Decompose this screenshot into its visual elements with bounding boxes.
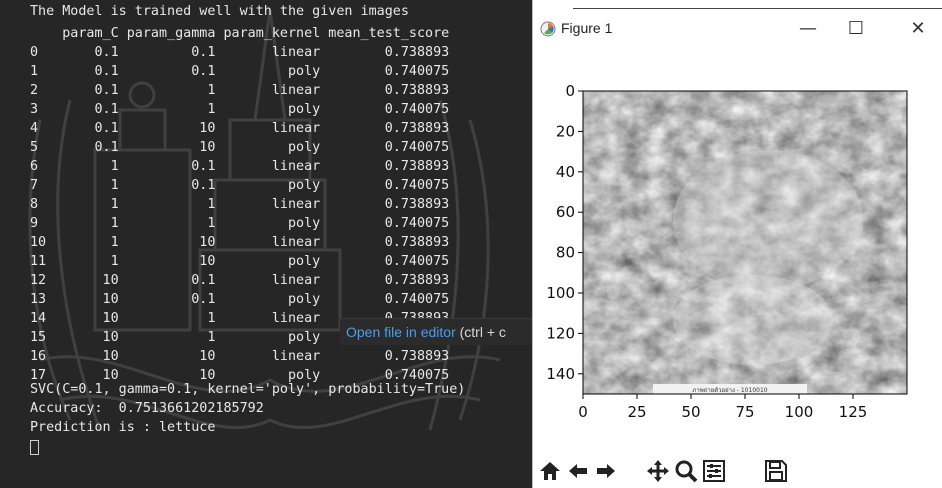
table-row: 8 1 1 linear 0.738893	[30, 197, 450, 212]
x-tick-label: 100	[785, 403, 814, 421]
window-title: Figure 1	[561, 20, 613, 36]
table-row: 13 10 0.1 poly 0.740075	[30, 292, 450, 307]
y-tick-label: 80	[556, 244, 575, 262]
table-row: 10 1 10 linear 0.738893	[30, 235, 450, 250]
figure-window[interactable]: Figure 1 — ☐ ✕ ภาพถ่ายตัวอย่าง - 1010010…	[532, 0, 942, 488]
table-row: 4 0.1 10 linear 0.738893	[30, 121, 450, 136]
pan-icon[interactable]	[645, 458, 671, 484]
lettuce-image	[583, 91, 907, 394]
configure-icon[interactable]	[701, 458, 727, 484]
table-row: 7 1 0.1 poly 0.740075	[30, 178, 450, 193]
table-row: 2 0.1 1 linear 0.738893	[30, 83, 450, 98]
plot-axes[interactable]: ภาพถ่ายตัวอย่าง - 1010010 0 20 40 60 80 100 12…	[533, 70, 942, 440]
y-tick-label: 20	[556, 122, 575, 140]
navigation-toolbar	[533, 450, 942, 488]
y-tick-label: 100	[546, 284, 575, 302]
y-axis: 0 20 40 60 80 100 120 140	[546, 82, 583, 383]
text-cursor	[30, 440, 39, 455]
table-row: 16 10 10 linear 0.738893	[30, 349, 450, 364]
save-icon[interactable]	[763, 458, 789, 484]
x-tick-label: 125	[839, 403, 868, 421]
open-file-tooltip[interactable]: Open file in editor (ctrl + c	[340, 318, 532, 345]
x-tick-label: 75	[735, 403, 754, 421]
accuracy-line: Accuracy: 0.7513661202185792	[30, 401, 264, 416]
x-tick-label: 0	[578, 403, 588, 421]
title-bar[interactable]: Figure 1 — ☐ ✕	[533, 8, 942, 50]
table-row: 3 0.1 1 poly 0.740075	[30, 102, 450, 117]
model-line: SVC(C=0.1, gamma=0.1, kernel='poly', pro…	[30, 382, 466, 397]
result-output: SVC(C=0.1, gamma=0.1, kernel='poly', pro…	[30, 380, 465, 437]
y-tick-label: 40	[556, 163, 575, 181]
open-file-link[interactable]: Open file in editor	[346, 324, 456, 340]
back-icon[interactable]	[565, 458, 591, 484]
y-tick-label: 120	[546, 324, 575, 342]
table-row: 12 10 0.1 linear 0.738893	[30, 273, 450, 288]
prediction-line: Prediction is : lettuce	[30, 420, 216, 435]
table-row: 5 0.1 10 poly 0.740075	[30, 140, 450, 155]
home-icon[interactable]	[537, 458, 563, 484]
image-caption: ภาพถ่ายตัวอย่าง - 1010010	[692, 387, 767, 394]
y-tick-label: 60	[556, 203, 575, 221]
maximize-button[interactable]: ☐	[836, 16, 876, 42]
table-row: 11 1 10 poly 0.740075	[30, 254, 450, 269]
matplotlib-icon	[540, 21, 556, 37]
y-tick-label: 0	[565, 82, 575, 100]
shortcut-hint: (ctrl + c	[455, 324, 506, 340]
minimize-button[interactable]: —	[788, 16, 828, 42]
table-row: 6 1 0.1 linear 0.738893	[30, 159, 450, 174]
table-header: param_C param_gamma param_kernel mean_te…	[62, 26, 450, 41]
x-axis: 0 25 50 75 100 125	[578, 394, 867, 421]
forward-icon[interactable]	[593, 458, 619, 484]
x-tick-label: 50	[681, 403, 700, 421]
y-tick-label: 140	[546, 365, 575, 383]
close-button[interactable]: ✕	[898, 16, 938, 42]
status-line: The Model is trained well with the given…	[30, 4, 409, 19]
table-row: 0 0.1 0.1 linear 0.738893	[30, 45, 450, 60]
zoom-icon[interactable]	[673, 458, 699, 484]
x-tick-label: 25	[627, 403, 646, 421]
table-row: 1 0.1 0.1 poly 0.740075	[30, 64, 450, 79]
terminal-window[interactable]: The Model is trained well with the given…	[0, 0, 532, 488]
table-row: 9 1 1 poly 0.740075	[30, 216, 450, 231]
